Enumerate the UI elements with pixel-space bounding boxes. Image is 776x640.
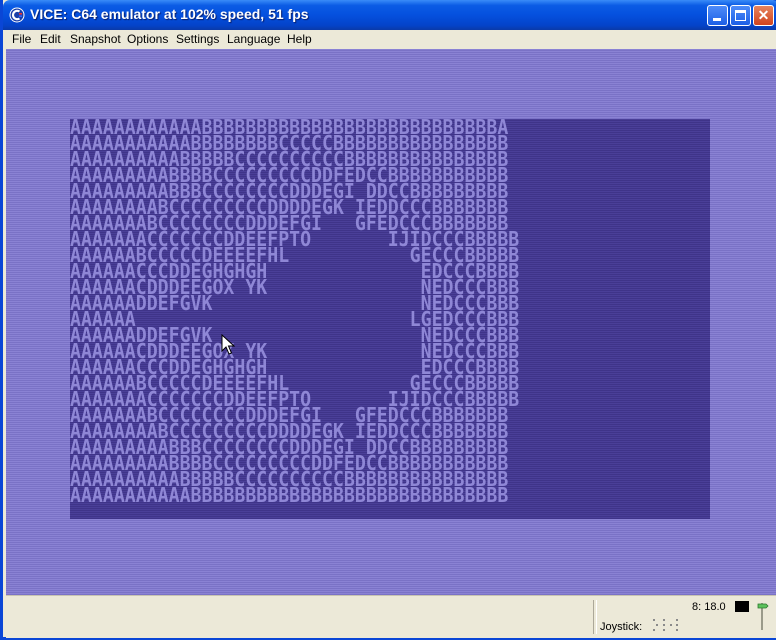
menu-help[interactable]: Help xyxy=(287,32,312,46)
status-separator xyxy=(593,600,597,634)
maximize-icon xyxy=(735,10,746,21)
menu-snapshot[interactable]: Snapshot xyxy=(70,32,121,46)
minimize-icon xyxy=(713,18,721,21)
drive-led-indicator xyxy=(735,601,749,612)
menu-language[interactable]: Language xyxy=(227,32,280,46)
maximize-button[interactable] xyxy=(730,5,751,26)
title-bar[interactable]: VICE: C64 emulator at 102% speed, 51 fps… xyxy=(3,0,776,30)
menu-settings[interactable]: Settings xyxy=(176,32,219,46)
c64-screen-line: AAAAAAAAAAABBBBBBBBBBBBBBBBBBBBBBBBBBBBB xyxy=(70,483,509,507)
joystick-indicator-icon xyxy=(653,619,678,631)
c64-text-area: AAAAAAAAAAAABBBBBBBBBBBBBBBBBBBBBBBBBBBA… xyxy=(70,119,710,519)
joystick-label: Joystick: xyxy=(600,621,643,633)
menu-options[interactable]: Options xyxy=(127,32,168,46)
drive-track-readout: 8: 18.0 xyxy=(692,601,726,613)
menu-edit[interactable]: Edit xyxy=(40,32,61,46)
close-button[interactable]: ✕ xyxy=(753,5,774,26)
status-bar: 8: 18.0 Joystick: xyxy=(6,595,776,638)
menu-bar: File Edit Snapshot Options Settings Lang… xyxy=(6,30,776,49)
window-title: VICE: C64 emulator at 102% speed, 51 fps xyxy=(30,6,309,22)
c64-text-lines: AAAAAAAAAAAABBBBBBBBBBBBBBBBBBBBBBBBBBBA… xyxy=(70,119,564,507)
mouse-pointer-icon xyxy=(221,334,235,355)
vice-window: VICE: C64 emulator at 102% speed, 51 fps… xyxy=(0,0,776,640)
minimize-button[interactable] xyxy=(707,5,728,26)
emulator-screen[interactable]: AAAAAAAAAAAABBBBBBBBBBBBBBBBBBBBBBBBBBBA… xyxy=(6,49,776,595)
volume-slider[interactable] xyxy=(756,601,770,631)
menu-file[interactable]: File xyxy=(12,32,31,46)
vice-app-icon[interactable] xyxy=(9,7,25,23)
close-icon: ✕ xyxy=(757,7,770,23)
